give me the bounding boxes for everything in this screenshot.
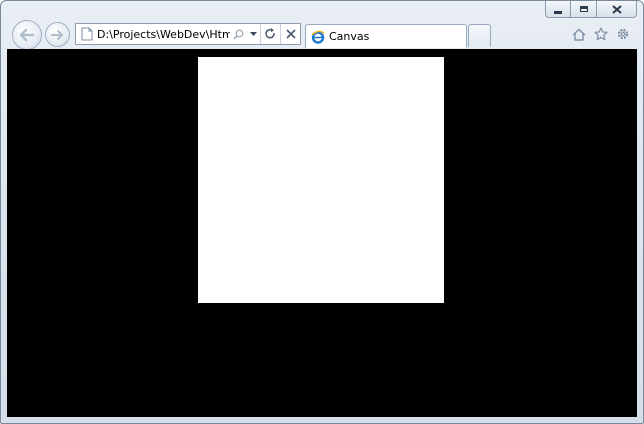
back-button[interactable] bbox=[12, 20, 42, 50]
close-window-button[interactable] bbox=[597, 1, 637, 18]
minimize-button[interactable] bbox=[545, 1, 571, 18]
forward-button[interactable] bbox=[45, 22, 70, 47]
star-icon bbox=[594, 27, 608, 41]
stop-button[interactable] bbox=[280, 24, 300, 44]
window-controls bbox=[545, 1, 637, 19]
tools-button[interactable] bbox=[615, 26, 631, 42]
address-bar[interactable]: D:\Projects\WebDev\Html5\Ar bbox=[75, 23, 301, 45]
address-input[interactable]: D:\Projects\WebDev\Html5\Ar bbox=[97, 28, 230, 41]
browser-window: D:\Projects\WebDev\Html5\Ar bbox=[0, 0, 644, 424]
chevron-down-icon bbox=[249, 32, 257, 36]
address-dropdown-button[interactable] bbox=[246, 24, 260, 44]
tab-title: Canvas bbox=[329, 30, 370, 43]
canvas-element[interactable] bbox=[198, 57, 444, 303]
search-icon bbox=[232, 29, 243, 40]
tab-canvas[interactable]: Canvas bbox=[305, 24, 467, 48]
close-icon bbox=[285, 29, 296, 39]
back-arrow-icon bbox=[19, 28, 35, 42]
refresh-button[interactable] bbox=[260, 24, 280, 44]
refresh-icon bbox=[265, 28, 275, 39]
maximize-button[interactable] bbox=[571, 1, 597, 18]
new-tab-button[interactable] bbox=[468, 24, 491, 47]
close-icon bbox=[611, 4, 622, 14]
ie-page-icon bbox=[79, 26, 95, 42]
search-button[interactable] bbox=[230, 24, 246, 44]
minimize-icon bbox=[554, 10, 562, 14]
forward-arrow-icon bbox=[51, 29, 63, 40]
restore-icon bbox=[579, 6, 588, 12]
favorites-button[interactable] bbox=[593, 26, 609, 42]
ie-logo-icon bbox=[311, 30, 325, 44]
gear-icon bbox=[617, 28, 629, 40]
command-bar bbox=[571, 26, 631, 42]
home-icon bbox=[572, 28, 586, 41]
page-content bbox=[7, 49, 637, 417]
home-button[interactable] bbox=[571, 26, 587, 42]
